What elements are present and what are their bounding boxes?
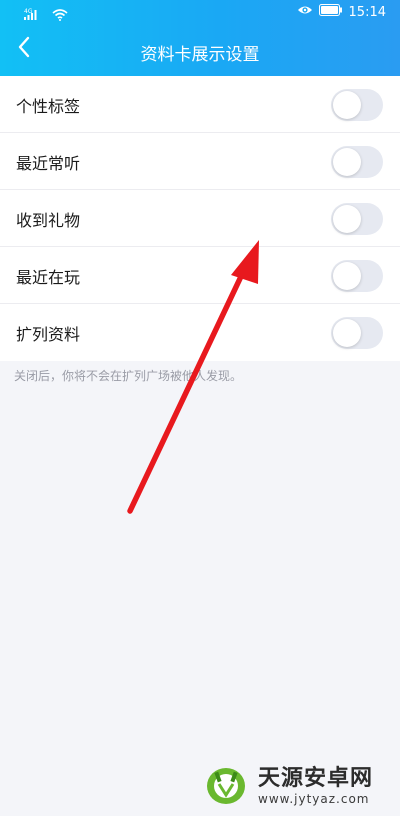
toggle-switch[interactable] <box>331 260 383 292</box>
app-header: 4G 15:14 资料卡展示设置 <box>0 0 400 76</box>
setting-label: 最近在玩 <box>16 268 81 287</box>
watermark-logo-icon <box>202 762 250 810</box>
setting-row-gifts: 收到礼物 <box>0 190 400 247</box>
setting-label: 个性标签 <box>16 97 81 116</box>
toggle-knob <box>333 91 361 119</box>
toggle-switch[interactable] <box>331 89 383 121</box>
watermark-name: 天源安卓网 <box>258 766 374 791</box>
setting-label: 扩列资料 <box>16 325 81 344</box>
watermark: 天源安卓网 www.jytyaz.com <box>202 762 373 810</box>
wifi-icon <box>52 6 68 25</box>
setting-row-recent-games: 最近在玩 <box>0 247 400 304</box>
page-title: 资料卡展示设置 <box>140 45 260 65</box>
setting-label: 收到礼物 <box>16 211 81 230</box>
setting-row-tags: 个性标签 <box>0 76 400 133</box>
watermark-text: 天源安卓网 www.jytyaz.com <box>258 766 373 806</box>
eye-icon <box>297 4 313 20</box>
battery-icon <box>318 4 343 20</box>
settings-list: 个性标签 最近常听 收到礼物 最近在玩 扩列资料 <box>0 76 400 361</box>
setting-row-profile: 扩列资料 <box>0 304 400 361</box>
toggle-knob <box>333 205 361 233</box>
toggle-knob <box>333 148 361 176</box>
toggle-switch[interactable] <box>331 203 383 235</box>
setting-row-recent-music: 最近常听 <box>0 133 400 190</box>
signal-icon: 4G <box>24 6 46 25</box>
toggle-switch[interactable] <box>331 146 383 178</box>
status-time: 15:14 <box>348 4 386 20</box>
toggle-knob <box>333 319 361 347</box>
status-right: 15:14 <box>297 4 386 20</box>
watermark-url: www.jytyaz.com <box>258 792 370 806</box>
toggle-knob <box>333 262 361 290</box>
setting-label: 最近常听 <box>16 154 81 173</box>
nav-bar: 资料卡展示设置 <box>0 26 400 76</box>
hint-text: 关闭后，你将不会在扩列广场被他人发现。 <box>14 369 243 383</box>
status-left: 4G <box>24 6 68 25</box>
toggle-switch[interactable] <box>331 317 383 349</box>
status-bar: 4G 15:14 <box>0 0 400 26</box>
